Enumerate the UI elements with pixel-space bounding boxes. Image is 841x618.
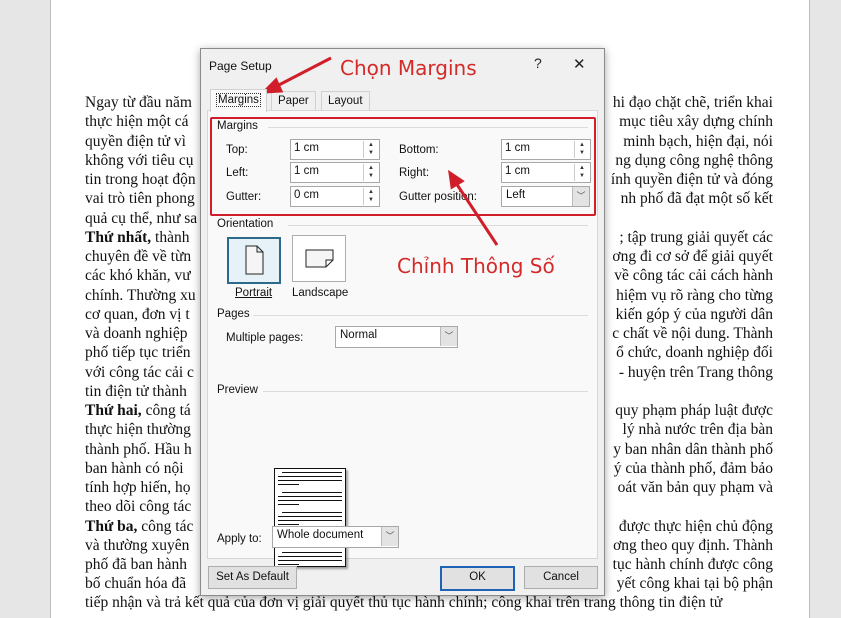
arrow-to-margins-box — [454, 182, 499, 246]
tab-margins-label: Margins — [216, 93, 261, 107]
arrow-head-icon — [448, 169, 465, 190]
arrow-to-margins-tab — [274, 56, 332, 89]
annotation-arrows — [260, 56, 499, 246]
tab-margins[interactable]: Margins — [210, 89, 267, 112]
